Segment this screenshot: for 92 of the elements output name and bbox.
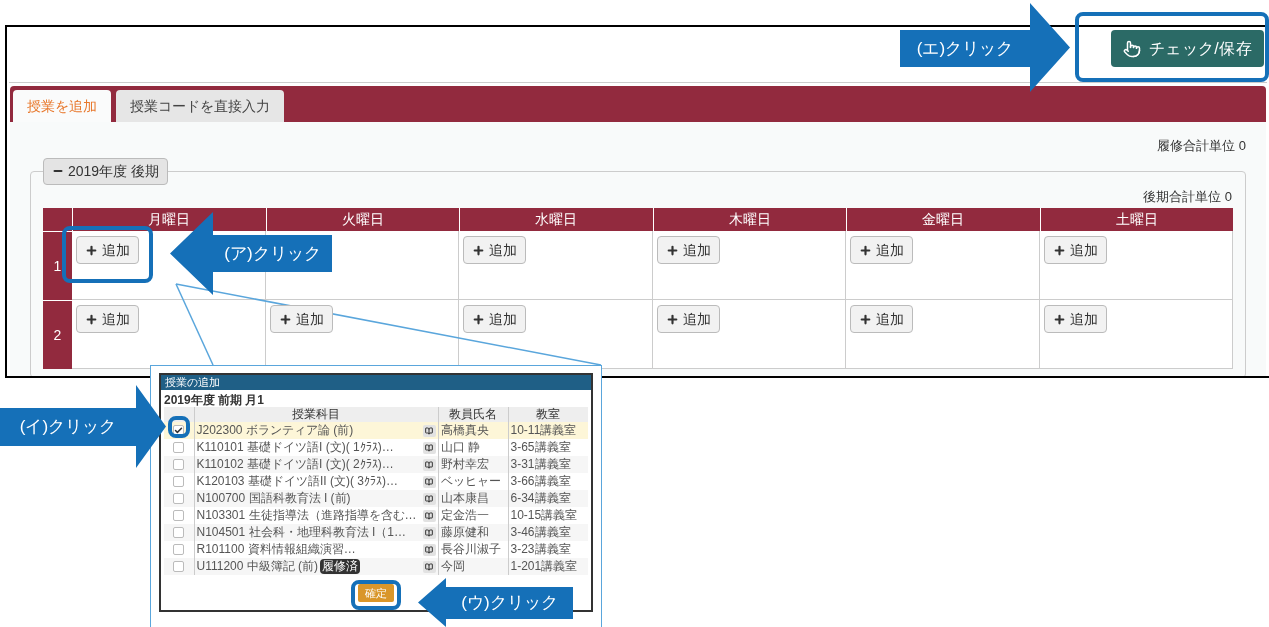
- room-cell: 10-15講義室: [508, 507, 588, 524]
- subject-text: K110101 基礎ドイツ語I (文)( 1ｸﾗｽ)…: [196, 440, 394, 455]
- book-icon[interactable]: [422, 441, 436, 454]
- plus-icon: [85, 243, 98, 257]
- plus-icon: [85, 312, 98, 326]
- highlight-frame: [168, 416, 190, 438]
- row-checkbox[interactable]: [173, 510, 185, 521]
- add-button[interactable]: 追加: [656, 305, 720, 333]
- row-checkbox[interactable]: [173, 527, 185, 538]
- add-button[interactable]: 追加: [1043, 305, 1107, 333]
- dialog-title: 授業の追加: [165, 377, 220, 388]
- room-cell: 10-11講義室: [508, 422, 588, 439]
- callout-label: (ア)クリック: [224, 243, 321, 264]
- teacher-cell: 今岡: [438, 558, 508, 575]
- room-cell: 3-66講義室: [508, 473, 588, 490]
- table-header-cell: 水曜日: [459, 208, 653, 231]
- book-icon[interactable]: [422, 509, 436, 522]
- table-header-cell: 火曜日: [265, 208, 459, 231]
- callout-label: (イ)クリック: [19, 417, 117, 437]
- row-checkbox[interactable]: [173, 476, 185, 487]
- teacher-cell: 定金浩一: [438, 507, 508, 524]
- add-button[interactable]: 追加: [463, 305, 526, 333]
- book-icon[interactable]: [422, 526, 436, 539]
- plus-icon: [278, 312, 292, 326]
- add-button[interactable]: 追加: [269, 305, 333, 333]
- callout-label: (エ)クリック: [916, 38, 1014, 59]
- add-button[interactable]: 追加: [656, 236, 720, 264]
- book-icon[interactable]: [422, 543, 436, 556]
- check-save-button[interactable]: チェック/保存: [1110, 30, 1264, 67]
- teacher-cell: 山本康昌: [438, 490, 508, 507]
- term-credits: 後期合計単位 0: [1143, 187, 1232, 206]
- add-button[interactable]: 追加: [1043, 236, 1107, 264]
- term-toggle[interactable]: 2019年度 後期: [43, 157, 169, 185]
- row-checkbox[interactable]: [173, 425, 185, 436]
- plus-icon: [472, 243, 485, 257]
- plus-icon: [859, 243, 872, 257]
- teacher-cell: ベッヒャー: [438, 473, 508, 490]
- plus-icon: [665, 243, 679, 257]
- status-badge: 履修済: [320, 559, 361, 574]
- table-header-cell: 金曜日: [846, 208, 1040, 231]
- subject-text: U111200 中級簿記 (前): [196, 559, 319, 574]
- teacher-cell: 長谷川淑子: [438, 541, 508, 558]
- book-icon[interactable]: [422, 475, 436, 488]
- plus-icon: [1052, 243, 1066, 257]
- room-cell: 6-34講義室: [508, 490, 588, 507]
- teacher-cell: 藤原健和: [438, 524, 508, 541]
- table-header-cell: 土曜日: [1039, 208, 1233, 231]
- plus-icon: [859, 312, 872, 326]
- column-header: 教員氏名: [438, 407, 508, 422]
- table-header-cell: 木曜日: [652, 208, 846, 231]
- tab[interactable]: 授業コードを直接入力: [116, 90, 284, 122]
- room-cell: 3-23講義室: [508, 541, 588, 558]
- plus-icon: [1052, 312, 1066, 326]
- add-button[interactable]: 追加: [850, 236, 913, 264]
- add-button[interactable]: 追加: [76, 236, 139, 264]
- teacher-cell: 山口 静: [438, 439, 508, 456]
- add-button[interactable]: 追加: [463, 236, 526, 264]
- subject-text: N104501 社会科・地理科教育法 I（1…: [196, 525, 406, 540]
- column-header: 授業科目: [194, 407, 438, 422]
- subject-text: N100700 国語科教育法 I (前): [196, 491, 351, 506]
- plus-icon: [665, 312, 679, 326]
- book-icon[interactable]: [422, 560, 436, 573]
- period-cell: 2: [43, 300, 72, 369]
- hand-pointer-icon: [1122, 39, 1141, 58]
- row-checkbox[interactable]: [173, 561, 185, 572]
- book-icon[interactable]: [422, 458, 436, 471]
- subject-text: R101100 資料情報組織演習…: [196, 542, 356, 557]
- subject-text: K110102 基礎ドイツ語I (文)( 2ｸﾗｽ)…: [196, 457, 394, 472]
- room-cell: 3-46講義室: [508, 524, 588, 541]
- book-icon[interactable]: [422, 492, 436, 505]
- teacher-cell: 高橋真央: [438, 422, 508, 439]
- row-checkbox[interactable]: [173, 459, 185, 470]
- highlight-frame: [351, 580, 401, 610]
- add-button[interactable]: 追加: [850, 305, 913, 333]
- row-checkbox[interactable]: [173, 493, 185, 504]
- total-credits: 履修合計単位 0: [1157, 137, 1246, 155]
- plus-icon: [472, 312, 485, 326]
- add-button[interactable]: 追加: [76, 305, 139, 333]
- room-cell: 3-65講義室: [508, 439, 588, 456]
- dialog-heading: 2019年度 前期 月1: [164, 393, 266, 407]
- row-checkbox[interactable]: [173, 442, 185, 453]
- room-cell: 1-201講義室: [508, 558, 588, 575]
- subject-text: J202300 ボランティア論 (前): [196, 423, 354, 438]
- table-header-cell: [43, 208, 72, 231]
- row-checkbox[interactable]: [173, 544, 185, 555]
- book-icon[interactable]: [422, 424, 436, 437]
- subject-text: N103301 生徒指導法（進路指導を含む…: [196, 508, 417, 523]
- callout-label: (ウ)クリック: [461, 593, 558, 613]
- room-cell: 3-31講義室: [508, 456, 588, 473]
- column-header: 教室: [508, 407, 588, 422]
- teacher-cell: 野村幸宏: [438, 456, 508, 473]
- subject-text: K120103 基礎ドイツ語II (文)( 3ｸﾗｽ)…: [196, 474, 398, 489]
